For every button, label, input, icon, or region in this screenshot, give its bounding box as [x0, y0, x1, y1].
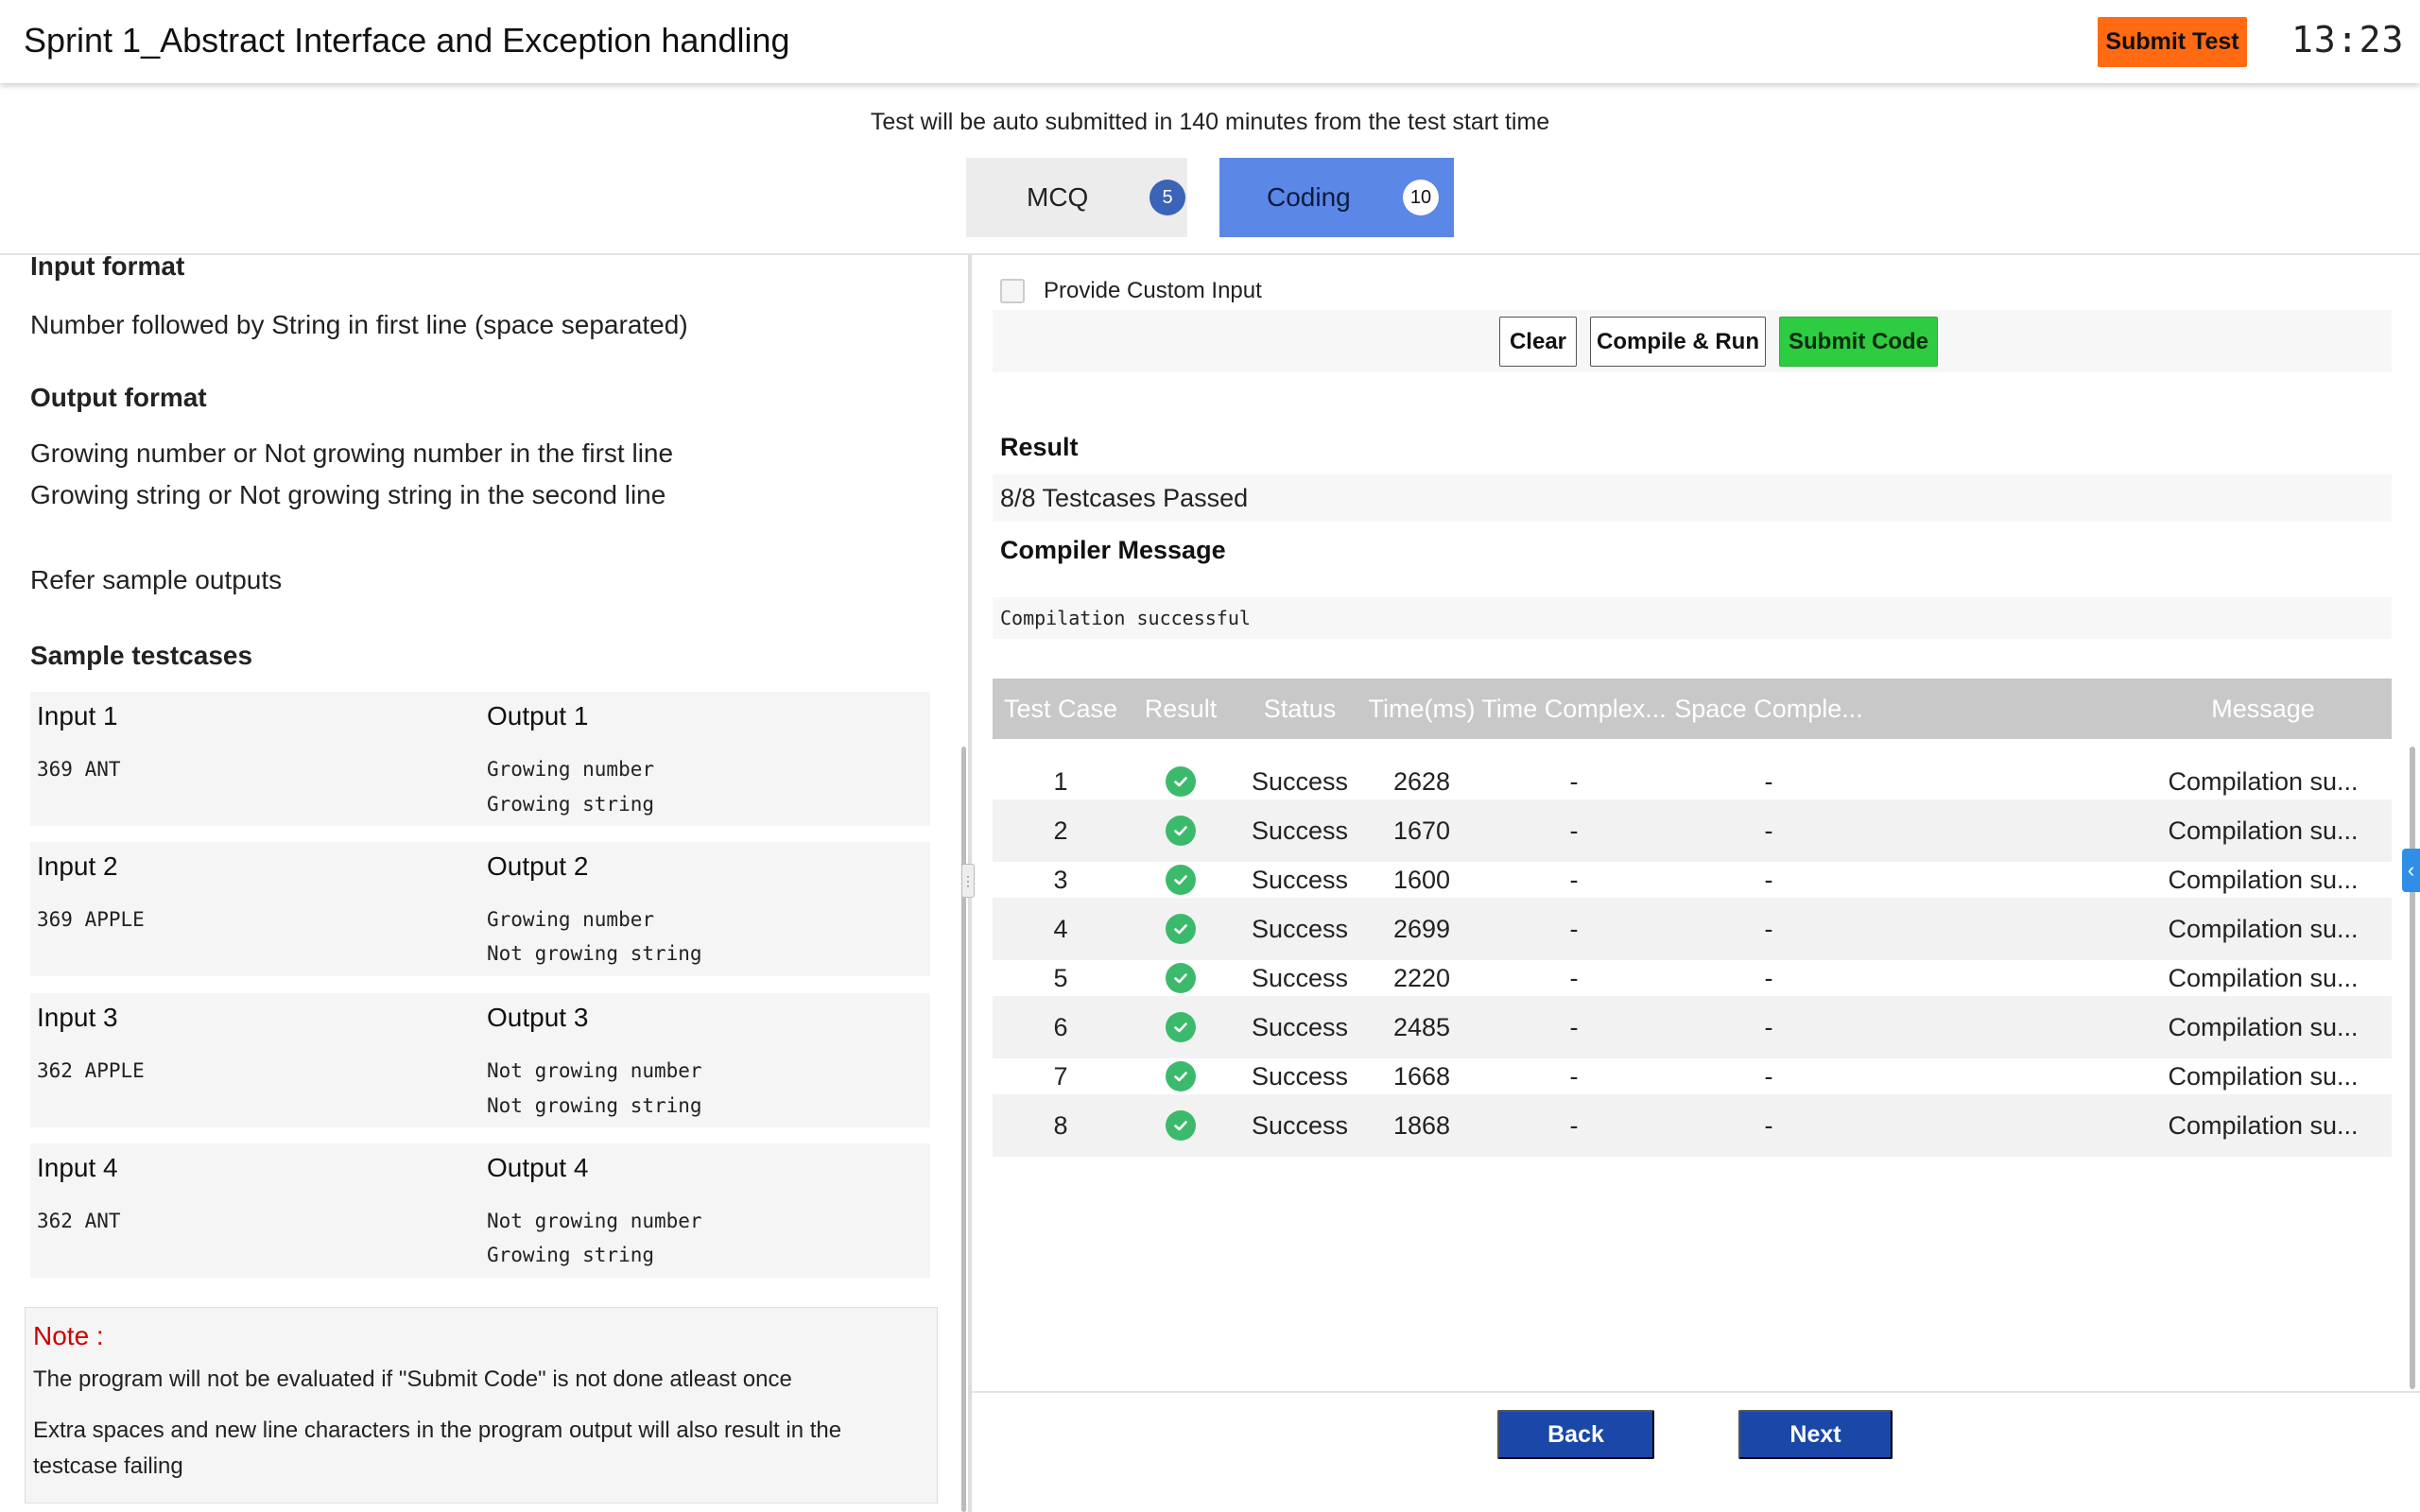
sample-testcase: Input 4 362 ANT Output 4 Not growing num…	[30, 1143, 930, 1278]
check-circle-icon	[1166, 766, 1196, 797]
action-bar: Clear Compile & Run Submit Code	[993, 310, 2392, 372]
top-bar: Sprint 1_Abstract Interface and Exceptio…	[0, 0, 2420, 83]
test-case-number: 8	[1053, 1110, 1068, 1140]
back-button[interactable]: Back	[1497, 1410, 1654, 1459]
sample-input-label: Input 4	[37, 1153, 118, 1182]
results-scrollbar-thumb[interactable]	[2410, 747, 2415, 1389]
output-format-heading: Output format	[30, 383, 207, 412]
sample-input-value: 369 ANT	[37, 758, 121, 781]
sample-output-line: Not growing number	[487, 1210, 702, 1232]
status-text: Success	[1251, 1110, 1349, 1140]
result-cell	[1129, 1094, 1233, 1157]
column-header: Result	[1144, 694, 1218, 723]
column-header: Time Complex...	[1481, 694, 1667, 723]
sample-input-value: 362 ANT	[37, 1210, 121, 1232]
countdown-timer: 13:23	[2291, 19, 2405, 60]
tab-coding[interactable]: Coding 10	[1219, 158, 1454, 237]
column-header: Status	[1263, 694, 1337, 723]
column-header: Space Comple...	[1674, 694, 1863, 723]
clear-button[interactable]: Clear	[1499, 317, 1577, 367]
editor-panel: Provide Custom Input Clear Compile & Run…	[972, 255, 2420, 1512]
output-format-line: Growing number or Not growing number in …	[30, 438, 674, 468]
sample-output-label: Output 4	[487, 1153, 589, 1182]
custom-input-toggle[interactable]: Provide Custom Input	[1000, 278, 1262, 304]
column-header: Test Case	[1003, 694, 1118, 723]
sample-input-value: 362 APPLE	[37, 1059, 145, 1082]
note-box: Note : The program will not be evaluated…	[25, 1307, 938, 1503]
sample-input-label: Input 2	[37, 851, 118, 881]
sample-output-line: Growing number	[487, 758, 655, 781]
custom-input-label: Provide Custom Input	[1044, 278, 1262, 303]
result-heading: Result	[1000, 433, 1079, 461]
refer-sample-text: Refer sample outputs	[30, 565, 283, 594]
submit-code-button[interactable]: Submit Code	[1779, 317, 1938, 367]
compiler-message-box: Compilation successful	[993, 597, 2392, 639]
sample-testcase: Input 2 369 APPLE Output 2 Growing numbe…	[30, 842, 930, 976]
compiler-message-value: Compilation successful	[1000, 607, 1251, 629]
page-title: Sprint 1_Abstract Interface and Exceptio…	[24, 21, 790, 60]
check-circle-icon	[1166, 1061, 1196, 1091]
next-button[interactable]: Next	[1738, 1410, 1893, 1459]
column-header: Time(ms)	[1368, 694, 1476, 723]
tab-coding-label: Coding	[1267, 182, 1351, 212]
auto-submit-message: Test will be auto submitted in 140 minut…	[870, 109, 1550, 135]
sample-output-line: Growing string	[487, 1244, 655, 1266]
table-header: Test Case Result Status Time(ms) Time Co…	[993, 679, 2392, 739]
space-complexity: -	[1764, 1110, 1773, 1140]
check-circle-icon	[1166, 914, 1196, 944]
check-circle-icon	[1166, 816, 1196, 846]
collapse-chevron-icon[interactable]: ‹	[2402, 849, 2420, 892]
sample-testcases-heading: Sample testcases	[30, 641, 253, 670]
custom-input-checkbox[interactable]	[1000, 279, 1025, 303]
sample-output-line: Growing string	[487, 793, 655, 816]
sample-output-line: Not growing number	[487, 1059, 702, 1082]
note-line: The program will not be evaluated if "Su…	[33, 1366, 792, 1392]
tab-mcq-count-badge: 5	[1150, 180, 1185, 215]
note-line: testcase failing	[33, 1453, 183, 1479]
compiler-message-heading: Compiler Message	[1000, 536, 1226, 564]
time-ms: 1868	[1392, 1110, 1451, 1140]
sample-testcase: Input 1 369 ANT Output 1 Growing number …	[30, 692, 930, 826]
sample-output-label: Output 1	[487, 701, 589, 730]
check-circle-icon	[1166, 865, 1196, 895]
sample-input-label: Input 1	[37, 701, 118, 730]
check-circle-icon	[1166, 963, 1196, 993]
submit-test-button[interactable]: Submit Test	[2098, 17, 2247, 67]
sample-testcase: Input 3 362 APPLE Output 3 Not growing n…	[30, 993, 930, 1127]
check-circle-icon	[1166, 1012, 1196, 1042]
sample-output-line: Not growing string	[487, 942, 702, 965]
sample-output-label: Output 3	[487, 1003, 589, 1032]
note-label: Note :	[33, 1321, 104, 1350]
sample-input-value: 369 APPLE	[37, 908, 145, 931]
message-text: Compilation su...	[2168, 1110, 2359, 1140]
problem-panel: Input format Number followed by String i…	[0, 255, 960, 1512]
compile-run-button[interactable]: Compile & Run	[1590, 317, 1766, 367]
problem-scrollbar-thumb[interactable]	[961, 747, 966, 1512]
tab-coding-count-badge: 10	[1403, 180, 1439, 215]
tab-mcq[interactable]: MCQ 5	[966, 158, 1187, 237]
result-value: 8/8 Testcases Passed	[1000, 484, 1249, 512]
sample-output-line: Growing number	[487, 908, 655, 931]
note-line: Extra spaces and new line characters in …	[33, 1418, 842, 1443]
check-circle-icon	[1166, 1110, 1196, 1141]
sample-input-label: Input 3	[37, 1003, 118, 1032]
sample-output-line: Not growing string	[487, 1094, 702, 1117]
result-summary: 8/8 Testcases Passed	[993, 474, 2392, 522]
tab-mcq-label: MCQ	[1027, 182, 1089, 212]
input-format-text: Number followed by String in first line …	[30, 310, 688, 339]
sample-output-label: Output 2	[487, 851, 589, 881]
footer-divider	[972, 1391, 2420, 1393]
column-header: Message	[2211, 694, 2315, 723]
time-complexity: -	[1569, 1110, 1579, 1140]
input-format-heading: Input format	[30, 255, 185, 281]
output-format-line: Growing string or Not growing string in …	[30, 480, 666, 509]
table-row: 8 Success 1868 - - Compilation su...	[993, 1094, 2392, 1157]
